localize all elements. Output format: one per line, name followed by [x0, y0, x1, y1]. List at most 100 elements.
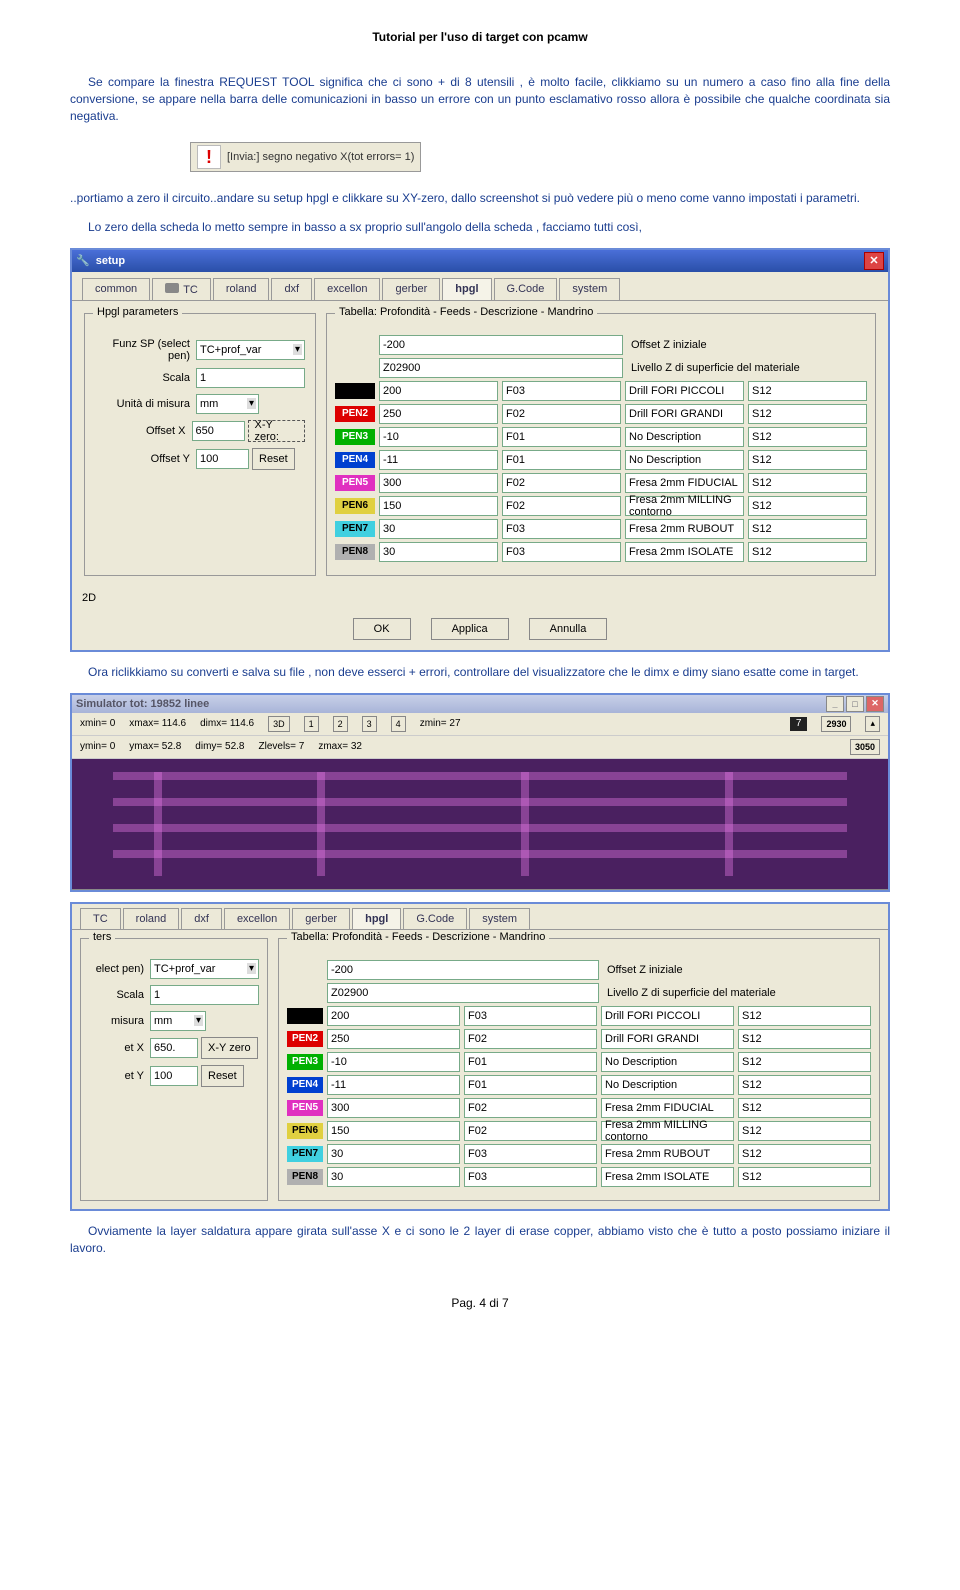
tab-roland[interactable]: roland: [123, 908, 180, 929]
tab-tc[interactable]: TC: [80, 908, 121, 929]
depth-input[interactable]: 300: [327, 1098, 460, 1118]
desc-input[interactable]: Fresa 2mm MILLING contorno: [601, 1121, 734, 1141]
tab-hpgl[interactable]: hpgl: [352, 908, 401, 929]
offsety-input[interactable]: 100: [196, 449, 249, 469]
tab-common[interactable]: common: [82, 278, 150, 300]
spindle-input[interactable]: S12: [738, 1167, 871, 1187]
tab-roland[interactable]: roland: [213, 278, 270, 300]
unit-select[interactable]: mm: [196, 394, 259, 414]
offsetz-input[interactable]: -200: [379, 335, 623, 355]
feed-input[interactable]: F02: [464, 1098, 597, 1118]
tab-gcode[interactable]: G.Code: [494, 278, 558, 300]
xy-zero-button[interactable]: X-Y zero:: [248, 420, 306, 442]
tab-excellon[interactable]: excellon: [314, 278, 380, 300]
offsetz-input-2[interactable]: -200: [327, 960, 599, 980]
feed-input[interactable]: F03: [464, 1144, 597, 1164]
spindle-input[interactable]: S12: [738, 1052, 871, 1072]
desc-input[interactable]: Fresa 2mm ISOLATE: [625, 542, 744, 562]
depth-input[interactable]: 250: [379, 404, 498, 424]
spindle-input[interactable]: S12: [738, 1006, 871, 1026]
spindle-input[interactable]: S12: [738, 1075, 871, 1095]
depth-input[interactable]: 300: [379, 473, 498, 493]
desc-input[interactable]: Drill FORI GRANDI: [601, 1029, 734, 1049]
ok-button[interactable]: OK: [353, 618, 411, 640]
zlevel-input[interactable]: Z02900: [379, 358, 623, 378]
close-button[interactable]: ✕: [864, 252, 884, 270]
feed-input[interactable]: F03: [464, 1006, 597, 1026]
feed-input[interactable]: F02: [464, 1121, 597, 1141]
spindle-input[interactable]: S12: [748, 473, 867, 493]
desc-input[interactable]: No Description: [601, 1052, 734, 1072]
unit-select-2[interactable]: mm: [150, 1011, 206, 1031]
tab-hpgl[interactable]: hpgl: [442, 278, 491, 300]
feed-input[interactable]: F01: [502, 427, 621, 447]
minimize-button[interactable]: _: [826, 696, 844, 712]
tab-excellon[interactable]: excellon: [224, 908, 290, 929]
spindle-input[interactable]: S12: [748, 404, 867, 424]
apply-button[interactable]: Applica: [431, 618, 509, 640]
offsety-input-2[interactable]: 100: [150, 1066, 198, 1086]
spindle-input[interactable]: S12: [748, 496, 867, 516]
funz-select[interactable]: TC+prof_var: [196, 340, 305, 360]
spindle-input[interactable]: S12: [738, 1098, 871, 1118]
spindle-input[interactable]: S12: [748, 450, 867, 470]
feed-input[interactable]: F01: [502, 450, 621, 470]
maximize-button[interactable]: □: [846, 696, 864, 712]
xy-zero-button-2[interactable]: X-Y zero: [201, 1037, 258, 1059]
depth-input[interactable]: -11: [327, 1075, 460, 1095]
scala-input[interactable]: 1: [196, 368, 305, 388]
desc-input[interactable]: Fresa 2mm RUBOUT: [601, 1144, 734, 1164]
depth-input[interactable]: 30: [327, 1167, 460, 1187]
depth-input[interactable]: -10: [327, 1052, 460, 1072]
tab-dxf[interactable]: dxf: [271, 278, 312, 300]
depth-input[interactable]: 30: [379, 542, 498, 562]
tab-system[interactable]: system: [469, 908, 530, 929]
cancel-button[interactable]: Annulla: [529, 618, 608, 640]
feed-input[interactable]: F03: [502, 381, 621, 401]
desc-input[interactable]: Fresa 2mm MILLING contorno: [625, 496, 744, 516]
tab-gerber[interactable]: gerber: [382, 278, 440, 300]
feed-input[interactable]: F02: [502, 496, 621, 516]
btn-2[interactable]: 2: [333, 716, 348, 732]
desc-input[interactable]: No Description: [625, 427, 744, 447]
spindle-input[interactable]: S12: [748, 427, 867, 447]
depth-input[interactable]: -10: [379, 427, 498, 447]
reset-button-2[interactable]: Reset: [201, 1065, 244, 1087]
feed-input[interactable]: F02: [502, 404, 621, 424]
offsetx-input-2[interactable]: 650.: [150, 1038, 198, 1058]
depth-input[interactable]: 200: [379, 381, 498, 401]
depth-input[interactable]: 200: [327, 1006, 460, 1026]
btn-1[interactable]: 1: [304, 716, 319, 732]
desc-input[interactable]: Fresa 2mm RUBOUT: [625, 519, 744, 539]
close-button[interactable]: ✕: [866, 696, 884, 712]
desc-input[interactable]: No Description: [601, 1075, 734, 1095]
zlevel-input-2[interactable]: Z02900: [327, 983, 599, 1003]
desc-input[interactable]: Fresa 2mm FIDUCIAL: [625, 473, 744, 493]
offsetx-input[interactable]: 650: [192, 421, 245, 441]
depth-input[interactable]: 150: [379, 496, 498, 516]
depth-input[interactable]: 150: [327, 1121, 460, 1141]
funz-select-2[interactable]: TC+prof_var: [150, 959, 259, 979]
feed-input[interactable]: F03: [502, 542, 621, 562]
spindle-input[interactable]: S12: [748, 519, 867, 539]
tab-dxf[interactable]: dxf: [181, 908, 222, 929]
tab-gcode[interactable]: G.Code: [403, 908, 467, 929]
desc-input[interactable]: Drill FORI GRANDI: [625, 404, 744, 424]
desc-input[interactable]: Drill FORI PICCOLI: [601, 1006, 734, 1026]
feed-input[interactable]: F02: [502, 473, 621, 493]
depth-input[interactable]: 250: [327, 1029, 460, 1049]
scala-input-2[interactable]: 1: [150, 985, 259, 1005]
feed-input[interactable]: F01: [464, 1075, 597, 1095]
scroll-up-icon[interactable]: ▴: [865, 716, 880, 732]
feed-input[interactable]: F03: [502, 519, 621, 539]
desc-input[interactable]: Fresa 2mm FIDUCIAL: [601, 1098, 734, 1118]
depth-input[interactable]: -11: [379, 450, 498, 470]
tab-gerber[interactable]: gerber: [292, 908, 350, 929]
tab-tc[interactable]: TC: [152, 278, 211, 300]
spindle-input[interactable]: S12: [738, 1029, 871, 1049]
spindle-input[interactable]: S12: [738, 1121, 871, 1141]
tab-system[interactable]: system: [559, 278, 620, 300]
btn-3[interactable]: 3: [362, 716, 377, 732]
spindle-input[interactable]: S12: [748, 381, 867, 401]
btn-4[interactable]: 4: [391, 716, 406, 732]
